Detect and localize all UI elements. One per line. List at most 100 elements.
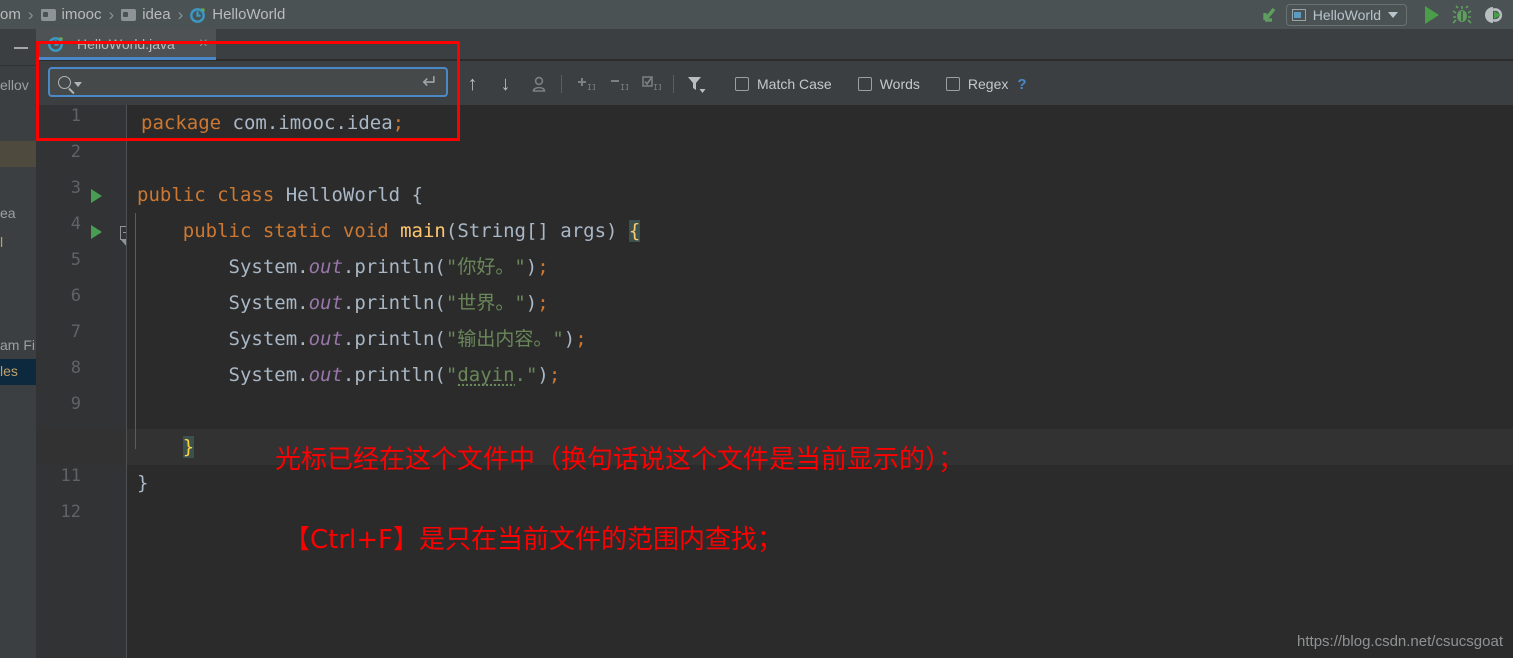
static-field-out: out xyxy=(308,364,343,386)
regex-checkbox[interactable]: Regex xyxy=(945,76,1009,92)
find-previous-button[interactable]: ↑ xyxy=(456,67,489,101)
project-tree-item[interactable]: ellov xyxy=(0,77,29,93)
regex-label: Regex xyxy=(967,76,1009,92)
breadcrumb-separator-icon: › xyxy=(177,4,184,24)
close-paren: ) xyxy=(525,292,538,314)
divider xyxy=(673,75,674,93)
words-label: Words xyxy=(879,76,920,92)
close-brace: } xyxy=(137,472,149,494)
project-tool-window-clipped: ellov ea l am Fil les xyxy=(0,29,38,658)
string-quote-open: " xyxy=(445,364,458,386)
add-occurrence-button[interactable]: II xyxy=(568,67,601,101)
code-line-8: System.out.println("dayin."); xyxy=(137,357,560,393)
line-number: 5 xyxy=(70,250,81,270)
method-params: (String[] args) xyxy=(445,220,629,242)
run-configuration-selector[interactable]: HelloWorld xyxy=(1285,3,1407,26)
run-with-coverage-button[interactable] xyxy=(1477,0,1507,29)
annotation-note-1: 光标已经在这个文件中（换句话说这个文件是当前显示的）； xyxy=(275,445,965,475)
breadcrumb-separator-icon: › xyxy=(27,4,34,24)
search-icon xyxy=(58,75,71,89)
run-button[interactable] xyxy=(1417,0,1447,29)
find-next-button[interactable]: ↓ xyxy=(489,67,522,101)
project-tree-item[interactable]: l xyxy=(0,234,3,250)
string-literal: "你好。" xyxy=(445,256,526,278)
matched-brace: { xyxy=(628,220,641,242)
find-all-button[interactable] xyxy=(522,67,555,101)
search-input[interactable]: ↵ xyxy=(48,67,448,97)
class-name: HelloWorld xyxy=(274,184,401,206)
folder-icon xyxy=(40,8,56,21)
editor-gutter[interactable]: 1 2 3 4 5 6 7 8 9 10 11 12 xyxy=(36,105,134,658)
debug-button[interactable] xyxy=(1447,0,1477,29)
line-number: 11 xyxy=(60,466,81,486)
line-number: 8 xyxy=(70,358,81,378)
select-all-occurrences-button[interactable]: II xyxy=(634,67,667,101)
project-tree-item-label: les xyxy=(0,363,18,379)
breadcrumb-item-helloworld[interactable]: HelloWorld xyxy=(190,6,285,23)
code-editor[interactable]: package com.imooc.idea; public class Hel… xyxy=(36,105,1513,658)
line-number: 12 xyxy=(60,502,81,522)
arrow-up-icon: ↑ xyxy=(467,72,478,95)
project-tree-item[interactable]: am Fil xyxy=(0,337,38,353)
svg-text:II: II xyxy=(653,83,661,92)
code-line-11: } xyxy=(137,465,148,501)
ide-window: om › imooc › idea › HelloWorld HelloWorl… xyxy=(0,0,1513,658)
close-icon[interactable]: × xyxy=(199,36,208,52)
filter-button[interactable] xyxy=(680,67,713,101)
breadcrumb: om › imooc › idea › HelloWorld xyxy=(0,0,285,29)
string-literal: "输出内容。" xyxy=(445,328,564,350)
line-number: 3 xyxy=(70,178,81,198)
system-ref: System. xyxy=(228,328,309,350)
semicolon: ; xyxy=(537,292,549,314)
line-number: 6 xyxy=(70,286,81,306)
editor-tab-strip: HelloWorld.java × xyxy=(36,29,1513,60)
println-call: .println( xyxy=(342,328,446,350)
collapse-all-icon[interactable] xyxy=(14,47,28,49)
remove-occurrence-button[interactable]: II xyxy=(601,67,634,101)
svg-text:II: II xyxy=(587,83,595,92)
println-call: .println( xyxy=(342,256,446,278)
close-paren: ) xyxy=(537,364,549,386)
match-case-checkbox[interactable]: Match Case xyxy=(735,76,832,92)
breadcrumb-item-om[interactable]: om xyxy=(0,6,21,23)
string-typo-word: dayin xyxy=(457,364,515,388)
editor-tab-helloworld[interactable]: HelloWorld.java × xyxy=(36,29,216,59)
build-hammer-icon[interactable] xyxy=(1258,0,1286,29)
words-checkbox[interactable]: Words xyxy=(857,76,920,92)
watermark: https://blog.csdn.net/csucsgoat xyxy=(1297,633,1503,650)
run-toolbar: HelloWorld xyxy=(1258,0,1513,29)
help-icon[interactable]: ? xyxy=(1017,76,1026,93)
close-paren: ) xyxy=(525,256,538,278)
breadcrumb-item-imooc[interactable]: imooc xyxy=(40,6,102,23)
system-ref: System. xyxy=(228,364,309,386)
project-tree-row-highlight xyxy=(0,141,36,167)
svg-text:II: II xyxy=(620,83,628,92)
checkbox-box xyxy=(945,77,960,91)
semicolon: ; xyxy=(548,364,561,386)
enter-icon[interactable]: ↵ xyxy=(422,73,438,92)
keyword-public: public xyxy=(137,184,206,206)
project-tree-item[interactable]: ea xyxy=(0,205,16,221)
breadcrumb-label: idea xyxy=(142,6,171,23)
method-fold-guide xyxy=(135,213,136,449)
system-ref: System. xyxy=(228,256,309,278)
line-number: 9 xyxy=(70,394,81,414)
static-field-out: out xyxy=(308,292,343,314)
navigation-bar: om › imooc › idea › HelloWorld HelloWorl… xyxy=(0,0,1513,29)
chevron-down-icon[interactable] xyxy=(74,82,82,87)
code-line-4: public static void main(String[] args) { xyxy=(137,213,641,249)
active-tab-indicator xyxy=(36,57,216,60)
run-class-gutter-icon[interactable] xyxy=(91,189,102,203)
divider xyxy=(0,65,36,66)
close-paren: ) xyxy=(563,328,576,350)
folder-icon xyxy=(121,8,137,21)
breadcrumb-label: HelloWorld xyxy=(212,6,286,23)
println-call: .println( xyxy=(342,364,446,386)
checkbox-box xyxy=(735,77,749,91)
breadcrumb-label: om xyxy=(0,6,21,23)
open-brace: { xyxy=(400,184,424,206)
code-line-5: System.out.println("你好。"); xyxy=(137,249,549,285)
breadcrumb-item-idea[interactable]: idea xyxy=(121,6,171,23)
run-method-gutter-icon[interactable] xyxy=(91,225,102,239)
line-number: 2 xyxy=(70,142,81,162)
